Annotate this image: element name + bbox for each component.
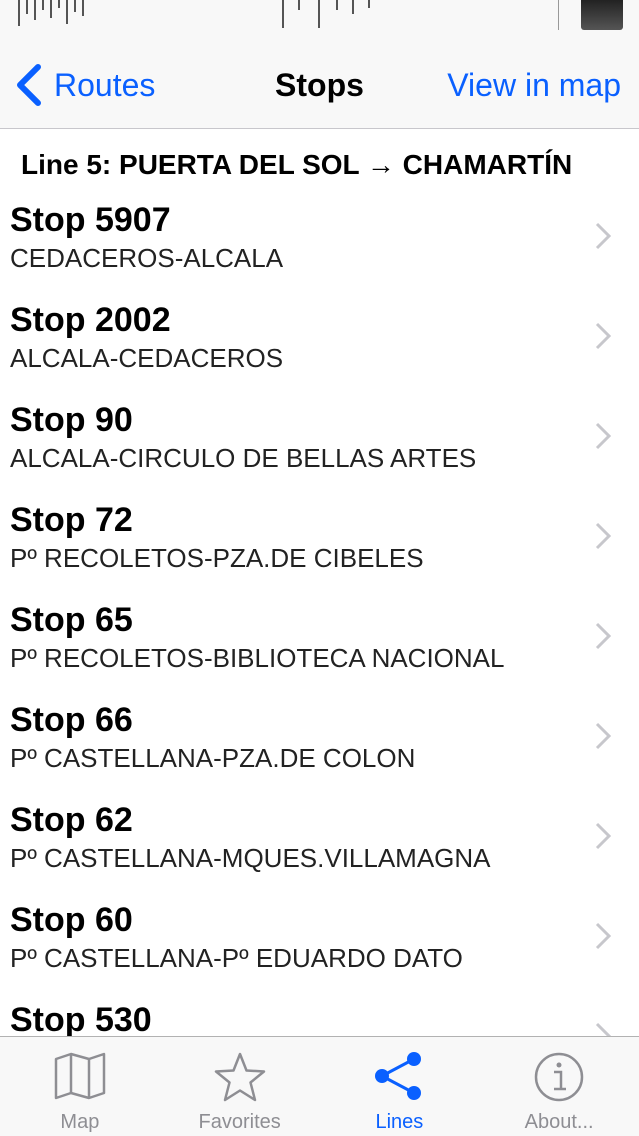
chevron-right-icon (595, 1022, 611, 1036)
stop-row[interactable]: Stop 60 Pº CASTELLANA-Pº EDUARDO DATO (0, 900, 639, 1000)
stop-title: Stop 60 (10, 901, 133, 939)
chevron-right-icon (595, 922, 611, 950)
navigation-bar: Routes Stops View in map (0, 40, 639, 129)
chevron-right-icon (595, 422, 611, 450)
tab-label: About... (524, 1111, 594, 1133)
stop-row[interactable]: Stop 66 Pº CASTELLANA-PZA.DE COLON (0, 700, 639, 800)
stop-row[interactable]: Stop 90 ALCALA-CIRCULO DE BELLAS ARTES (0, 400, 639, 500)
tab-label: Map (60, 1111, 100, 1133)
tab-favorites[interactable]: Favorites (160, 1037, 320, 1136)
stop-row[interactable]: Stop 5907 CEDACEROS-ALCALA (0, 200, 639, 300)
stop-title: Stop 2002 (10, 301, 171, 339)
chevron-right-icon (595, 822, 611, 850)
view-in-map-button[interactable]: View in map (447, 67, 621, 104)
tab-lines[interactable]: Lines (320, 1037, 480, 1136)
star-icon (214, 1052, 265, 1102)
tab-label: Favorites (198, 1111, 281, 1133)
stop-title: Stop 530 (10, 1001, 152, 1036)
chevron-right-icon (595, 522, 611, 550)
stop-row[interactable]: Stop 530 (0, 1000, 639, 1036)
stop-name: ALCALA-CEDACEROS (10, 343, 284, 373)
stop-title: Stop 72 (10, 501, 133, 539)
tab-map[interactable]: Map (0, 1037, 160, 1136)
info-icon (534, 1052, 584, 1102)
stop-row[interactable]: Stop 72 Pº RECOLETOS-PZA.DE CIBELES (0, 500, 639, 600)
chevron-right-icon (595, 722, 611, 750)
stop-list[interactable]: Stop 5907 CEDACEROS-ALCALA Stop 2002 ALC… (0, 200, 639, 1036)
stop-row[interactable]: Stop 2002 ALCALA-CEDACEROS (0, 300, 639, 400)
stop-name: ALCALA-CIRCULO DE BELLAS ARTES (10, 443, 477, 473)
chevron-right-icon (595, 222, 611, 250)
stop-name: Pº RECOLETOS-BIBLIOTECA NACIONAL (10, 643, 505, 673)
stop-title: Stop 65 (10, 601, 133, 639)
stop-name: Pº RECOLETOS-PZA.DE CIBELES (10, 543, 424, 573)
status-bar (0, 0, 639, 40)
stop-name: Pº CASTELLANA-MQUES.VILLAMAGNA (10, 843, 491, 873)
stop-name: CEDACEROS-ALCALA (10, 243, 284, 273)
chevron-right-icon (595, 622, 611, 650)
stop-title: Stop 66 (10, 701, 133, 739)
stop-name: Pº CASTELLANA-PZA.DE COLON (10, 743, 416, 773)
tab-about[interactable]: About... (479, 1037, 639, 1136)
stop-title: Stop 90 (10, 401, 133, 439)
share-icon (375, 1052, 422, 1100)
battery-icon (581, 0, 623, 30)
tab-bar: Map Favorites Lines About... (0, 1036, 639, 1136)
stop-title: Stop 62 (10, 801, 133, 839)
chevron-right-icon (595, 322, 611, 350)
stop-name: Pº CASTELLANA-Pº EDUARDO DATO (10, 943, 463, 973)
map-icon (54, 1052, 106, 1100)
stop-title: Stop 5907 (10, 201, 171, 239)
stop-row[interactable]: Stop 65 Pº RECOLETOS-BIBLIOTECA NACIONAL (0, 600, 639, 700)
line-section-header: Line 5: PUERTA DEL SOL → CHAMARTÍN (0, 130, 639, 200)
tab-label: Lines (375, 1111, 424, 1133)
stop-row[interactable]: Stop 62 Pº CASTELLANA-MQUES.VILLAMAGNA (0, 800, 639, 900)
